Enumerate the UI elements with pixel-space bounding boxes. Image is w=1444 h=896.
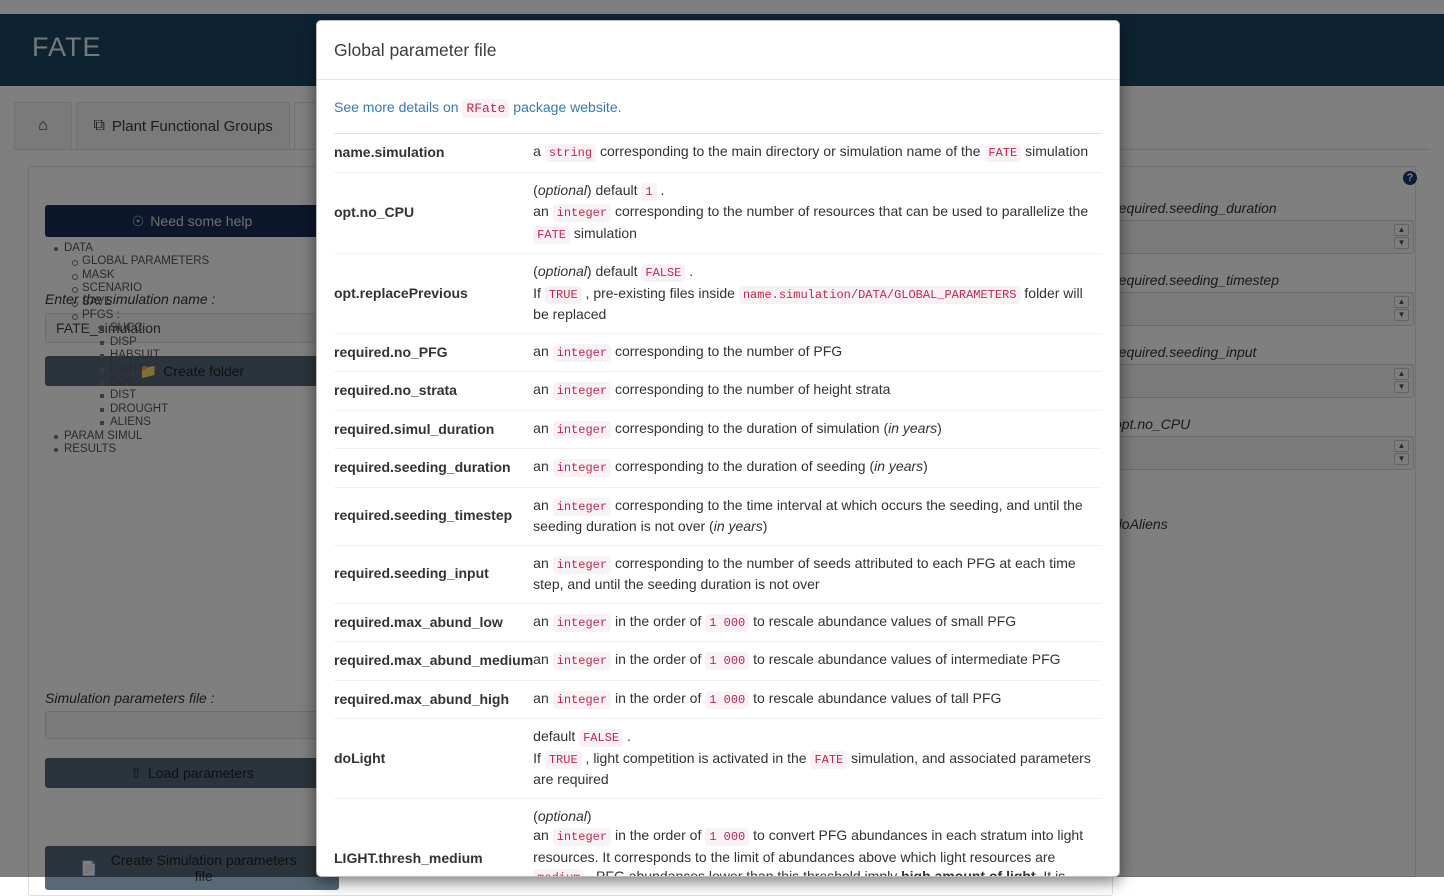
parameter-name: name.simulation (334, 134, 533, 173)
table-row: LIGHT.thresh_medium(optional)an integer … (334, 798, 1102, 877)
parameter-name: opt.no_CPU (334, 172, 533, 254)
parameter-description: (optional)an integer in the order of 1 0… (533, 798, 1102, 877)
table-row: required.max_abund_mediuman integer in t… (334, 642, 1102, 681)
global-parameter-file-modal: Global parameter file See more details o… (316, 20, 1120, 877)
parameter-table-body: name.simulationa string corresponding to… (334, 134, 1102, 878)
parameter-name: required.max_abund_low (334, 603, 533, 642)
parameter-description: an integer corresponding to the number o… (533, 545, 1102, 603)
table-row: doLightdefault FALSE .If TRUE , light co… (334, 719, 1102, 799)
link-code: RFate (462, 99, 509, 118)
parameter-description: an integer corresponding to the number o… (533, 333, 1102, 372)
table-row: required.max_abund_highan integer in the… (334, 680, 1102, 719)
rfate-website-link[interactable]: See more details on RFate package websit… (334, 99, 1102, 116)
parameter-description: an integer in the order of 1 000 to resc… (533, 680, 1102, 719)
parameter-name: required.seeding_timestep (334, 487, 533, 545)
table-row: opt.replacePrevious(optional) default FA… (334, 254, 1102, 334)
parameter-description: (optional) default FALSE .If TRUE , pre-… (533, 254, 1102, 334)
parameter-description: an integer corresponding to the time int… (533, 487, 1102, 545)
parameter-name: doLight (334, 719, 533, 799)
parameter-description: (optional) default 1 .an integer corresp… (533, 172, 1102, 254)
modal-title: Global parameter file (334, 40, 496, 61)
table-row: name.simulationa string corresponding to… (334, 134, 1102, 173)
table-row: required.max_abund_lowan integer in the … (334, 603, 1102, 642)
table-row: required.seeding_timestepan integer corr… (334, 487, 1102, 545)
parameter-name: required.no_strata (334, 372, 533, 411)
parameter-description: an integer corresponding to the number o… (533, 372, 1102, 411)
parameter-description: an integer corresponding to the duration… (533, 449, 1102, 488)
parameter-description: default FALSE .If TRUE , light competiti… (533, 719, 1102, 799)
parameter-description: an integer corresponding to the duration… (533, 410, 1102, 449)
link-suffix: package website. (509, 99, 621, 115)
table-row: opt.no_CPU(optional) default 1 .an integ… (334, 172, 1102, 254)
parameter-description: an integer in the order of 1 000 to resc… (533, 642, 1102, 681)
table-row: required.seeding_durationan integer corr… (334, 449, 1102, 488)
parameter-name: required.seeding_duration (334, 449, 533, 488)
parameter-name: required.seeding_input (334, 545, 533, 603)
parameter-description: an integer in the order of 1 000 to resc… (533, 603, 1102, 642)
table-row: required.no_strataan integer correspondi… (334, 372, 1102, 411)
table-row: required.no_PFGan integer corresponding … (334, 333, 1102, 372)
parameter-description: a string corresponding to the main direc… (533, 134, 1102, 173)
table-row: required.simul_durationan integer corres… (334, 410, 1102, 449)
parameter-name: opt.replacePrevious (334, 254, 533, 334)
link-prefix: See more details on (334, 99, 462, 115)
parameter-table: name.simulationa string corresponding to… (334, 133, 1102, 877)
parameter-name: required.no_PFG (334, 333, 533, 372)
parameter-name: required.simul_duration (334, 410, 533, 449)
table-row: required.seeding_inputan integer corresp… (334, 545, 1102, 603)
parameter-name: required.max_abund_medium (334, 642, 533, 681)
modal-body: See more details on RFate package websit… (317, 80, 1119, 877)
parameter-name: required.max_abund_high (334, 680, 533, 719)
modal-header: Global parameter file (317, 21, 1119, 80)
parameter-name: LIGHT.thresh_medium (334, 798, 533, 877)
